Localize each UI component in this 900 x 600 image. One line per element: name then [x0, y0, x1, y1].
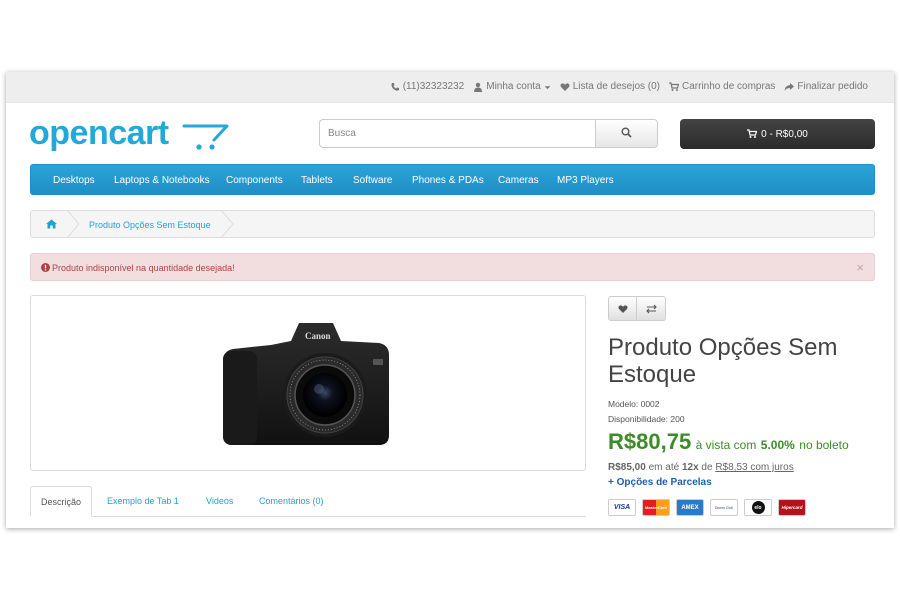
product-tabs: Descrição Exemplo de Tab 1 Videos Coment…	[30, 486, 586, 517]
price-block: R$80,75 à vista com 5.00% no boleto	[608, 429, 849, 455]
breadcrumb-separator	[221, 210, 234, 238]
menu-item-cameras[interactable]: Cameras	[498, 175, 539, 186]
product-price: R$80,75	[608, 429, 692, 454]
visa-card-icon: VISA	[608, 499, 636, 516]
search-input[interactable]	[319, 119, 595, 148]
search-button[interactable]	[595, 119, 658, 148]
payment-cards: VISA MasterCard AMEX Diners Club elo Hip…	[608, 499, 806, 516]
breadcrumb-separator	[67, 210, 80, 238]
breadcrumb-current[interactable]: Produto Opções Sem Estoque	[89, 220, 211, 230]
old-price: R$85,00	[608, 462, 646, 473]
menu-item-tablets[interactable]: Tablets	[301, 175, 333, 186]
alert-close-button[interactable]: ×	[856, 260, 864, 275]
account-label: Minha conta	[486, 81, 541, 92]
menu-item-mp3[interactable]: MP3 Players	[557, 175, 614, 186]
menu-item-laptops[interactable]: Laptops & Notebooks	[114, 175, 210, 186]
price-note-b: no boleto	[799, 438, 849, 452]
home-icon[interactable]	[46, 219, 57, 229]
installment-a: em até	[648, 462, 680, 473]
installment-b: de	[701, 462, 713, 473]
installment-info: R$85,00 em até 12x de R$8,53 com juros	[608, 462, 794, 473]
menu-item-desktops[interactable]: Desktops	[53, 175, 95, 186]
checkout-link[interactable]: Finalizar pedido	[784, 81, 868, 92]
logo-graphic: opencart	[29, 114, 229, 152]
exchange-icon	[645, 304, 657, 313]
cart-link-label: Carrinho de compras	[682, 81, 776, 92]
product-actions	[608, 296, 666, 321]
cart-button[interactable]: 0 - R$0,00	[680, 119, 875, 149]
product-availability: Disponibilidade: 200	[608, 414, 685, 424]
product-image-box[interactable]: Canon	[30, 295, 586, 471]
checkout-label: Finalizar pedido	[797, 81, 868, 92]
breadcrumb: Produto Opções Sem Estoque	[30, 210, 875, 238]
installment-count: 12x	[681, 462, 699, 473]
logo-text: opencart	[29, 114, 169, 152]
stock-alert: Produto indisponível na quantidade desej…	[30, 253, 875, 281]
hipercard-card-icon: Hipercard	[778, 499, 806, 516]
menu-item-phones[interactable]: Phones & PDAs	[412, 175, 484, 186]
wishlist-button[interactable]	[608, 296, 637, 321]
heart-icon	[560, 82, 570, 91]
elo-card-icon: elo	[744, 499, 772, 516]
search-bar	[319, 119, 658, 148]
wishlist-label: Lista de desejos (0)	[572, 81, 661, 92]
diners-card-icon: Diners Club	[710, 499, 738, 516]
cart-link[interactable]: Carrinho de compras	[669, 81, 775, 92]
phone-link[interactable]: (11)32323232	[390, 81, 465, 92]
shopping-cart-icon	[669, 81, 680, 91]
user-icon	[474, 82, 483, 92]
product-image: Canon	[223, 323, 389, 445]
amex-card-icon: AMEX	[676, 499, 704, 516]
tab-exemplo[interactable]: Exemplo de Tab 1	[107, 486, 179, 516]
search-icon	[621, 127, 632, 138]
exclamation-circle-icon	[41, 263, 50, 272]
main-menu: Desktops Laptops & Notebooks Components …	[30, 164, 875, 195]
opencart-logo[interactable]: opencart	[29, 114, 229, 159]
phone-icon	[391, 82, 399, 91]
alert-message: Produto indisponível na quantidade desej…	[52, 263, 235, 273]
phone-text: (11)32323232	[402, 81, 465, 92]
price-note-a: à vista com	[695, 438, 757, 452]
account-dropdown[interactable]: Minha conta	[473, 81, 551, 92]
browser-page: (11)32323232 Minha conta Lista de desejo…	[6, 72, 894, 528]
menu-item-software[interactable]: Software	[353, 175, 392, 186]
menu-item-components[interactable]: Components	[226, 175, 283, 186]
mastercard-card-icon: MasterCard	[642, 499, 670, 516]
tab-descricao[interactable]: Descrição	[30, 486, 93, 517]
product-title: Produto Opções Sem Estoque	[608, 334, 838, 388]
camera-brand: Canon	[305, 331, 331, 341]
wishlist-link[interactable]: Lista de desejos (0)	[560, 81, 660, 92]
compare-button[interactable]	[637, 296, 666, 321]
installment-value: R$8,53 com juros	[715, 462, 794, 473]
share-icon	[784, 82, 795, 91]
heart-icon	[617, 304, 628, 313]
cart-total: 0 - R$0,00	[761, 128, 808, 140]
elo-label: elo	[751, 501, 765, 514]
top-bar: (11)32323232 Minha conta Lista de desejo…	[6, 72, 894, 103]
product-model: Modelo: 0002	[608, 399, 660, 409]
payment-options-link[interactable]: + Opções de Parcelas	[608, 477, 712, 488]
shopping-cart-icon	[747, 129, 758, 138]
price-discount: 5.00%	[760, 438, 795, 452]
caret-down-icon	[544, 85, 551, 89]
tab-comentarios[interactable]: Comentários (0)	[259, 486, 324, 516]
tab-videos[interactable]: Videos	[206, 486, 233, 516]
